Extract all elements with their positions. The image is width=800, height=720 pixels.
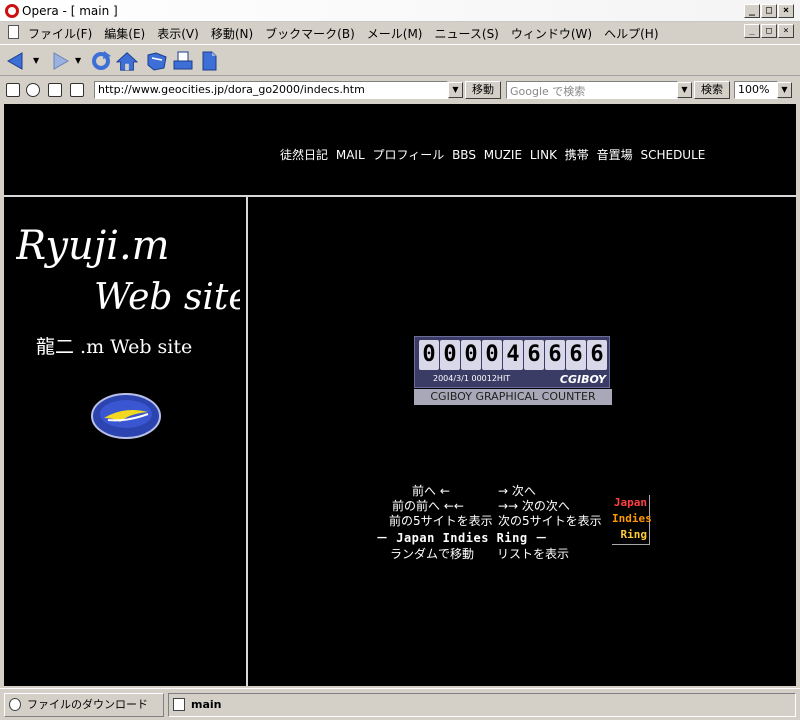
vertical-divider [246, 197, 248, 686]
menu-bar: ファイル(F) 編集(E) 表示(V) 移動(N) ブックマーク(B) メール(… [0, 22, 800, 42]
counter-digit: 0 [461, 340, 481, 370]
new-page-icon[interactable] [198, 50, 220, 72]
url-input[interactable]: http://www.geocities.jp/dora_go2000/inde… [94, 81, 448, 99]
menu-edit[interactable]: 編集(E) [104, 25, 145, 42]
doc-restore-button[interactable]: □ [761, 24, 777, 38]
url-dropdown-button[interactable]: ▼ [448, 82, 463, 98]
nav-music-link[interactable]: 音置場 [597, 148, 633, 162]
zoom-dropdown[interactable]: ▼ [777, 82, 792, 98]
forward-arrow-icon[interactable] [48, 50, 70, 72]
back-arrow-icon[interactable] [6, 50, 28, 72]
counter-label[interactable]: CGIBOY GRAPHICAL COUNTER [414, 389, 612, 405]
counter-date: 2004/3/1 00012HIT [433, 374, 511, 383]
site-name-jp: 龍二 .m Web site [36, 336, 193, 358]
forward-dropdown-icon[interactable]: ▼ [75, 56, 81, 65]
search-engine-dropdown[interactable]: ▼ [677, 82, 692, 98]
counter-digit: 4 [503, 340, 523, 370]
horizontal-divider [4, 195, 796, 197]
ring-title: － Japan Indies Ring － [376, 531, 548, 545]
badge-indies: Indies [612, 512, 652, 525]
opera-logo-icon [5, 4, 19, 18]
page-icon[interactable] [48, 83, 62, 97]
search-button[interactable]: 検索 [694, 81, 730, 99]
web-page: 徒然日記 MAIL プロフィール BBS MUZIE LINK 携帯 音置場 S… [4, 104, 796, 686]
nav-muzie-link[interactable]: MUZIE [484, 148, 522, 162]
toolbar: ▼ ▼ [0, 44, 800, 76]
counter-brand: CGIBOY [559, 373, 606, 386]
title-bar: Opera - [ main ] _ □ × [0, 0, 800, 22]
address-bar: http://www.geocities.jp/dora_go2000/inde… [0, 78, 800, 102]
page-tab-icon [173, 698, 185, 711]
nav-diary-link[interactable]: 徒然日記 [280, 148, 328, 162]
security-icon[interactable] [6, 83, 20, 97]
counter-digit: 0 [419, 340, 439, 370]
downloads-button[interactable]: ファイルのダウンロード [4, 693, 164, 717]
menu-bookmarks[interactable]: ブックマーク(B) [265, 25, 355, 42]
menu-mail[interactable]: メール(M) [367, 25, 423, 42]
counter-digit: 0 [440, 340, 460, 370]
badge-japan: Japan [613, 496, 647, 509]
japan-indies-ring-badge[interactable]: Japan Indies Ring [612, 495, 652, 545]
ring-next5-link[interactable]: 次の5サイトを表示 [498, 512, 602, 529]
nav-mobile-link[interactable]: 携帯 [565, 148, 589, 162]
doc-close-button[interactable]: × [778, 24, 794, 38]
wand-icon[interactable] [26, 83, 40, 97]
nav-link-link[interactable]: LINK [530, 148, 557, 162]
status-bar: ファイルのダウンロード main [0, 688, 800, 720]
menu-view[interactable]: 表示(V) [157, 25, 199, 42]
print-icon[interactable] [172, 50, 194, 72]
menu-items: ファイル(F) 編集(E) 表示(V) 移動(N) ブックマーク(B) メール(… [28, 25, 671, 42]
logo-line-1: Ryuji.m [16, 223, 170, 269]
tab-main[interactable]: main [168, 693, 796, 717]
badge-ring: Ring [620, 528, 648, 541]
counter-digit: 6 [587, 340, 607, 370]
counter-digit: 6 [545, 340, 565, 370]
ring-list-link[interactable]: リストを表示 [497, 545, 569, 562]
back-dropdown-icon[interactable]: ▼ [33, 56, 39, 65]
hotlist-icon[interactable] [146, 50, 168, 72]
window-title: Opera - [ main ] [22, 4, 118, 18]
counter-digit: 6 [566, 340, 586, 370]
download-icon [9, 698, 21, 711]
hit-counter: 0 0 0 0 4 6 6 6 6 2004/3/1 00012HIT CGIB… [414, 336, 610, 388]
menu-help[interactable]: ヘルプ(H) [604, 25, 658, 42]
counter-digit: 6 [524, 340, 544, 370]
maximize-button[interactable]: □ [761, 4, 777, 18]
nav-schedule-link[interactable]: SCHEDULE [640, 148, 705, 162]
logo-line-2: Web site [94, 277, 240, 318]
menu-window[interactable]: ウィンドウ(W) [511, 25, 592, 42]
zoom-field[interactable]: 100% [734, 81, 778, 99]
home-icon[interactable] [116, 50, 138, 72]
doc-minimize-button[interactable]: _ [744, 24, 760, 38]
document-icon [8, 25, 19, 39]
nav-bbs-link[interactable]: BBS [452, 148, 476, 162]
menu-news[interactable]: ニュース(S) [434, 25, 498, 42]
site-logo: Ryuji.m Web site [16, 223, 240, 318]
counter-digit: 0 [482, 340, 502, 370]
go-button[interactable]: 移動 [465, 81, 501, 99]
reload-icon[interactable] [90, 50, 112, 72]
swoosh-logo-icon[interactable] [90, 392, 162, 440]
ring-prev5-link[interactable]: 前の5サイトを表示 [389, 512, 493, 529]
print-preview-icon[interactable] [70, 83, 84, 97]
minimize-button[interactable]: _ [744, 4, 760, 18]
nav-mail-link[interactable]: MAIL [336, 148, 365, 162]
downloads-label: ファイルのダウンロード [27, 698, 148, 711]
close-button[interactable]: × [778, 4, 794, 18]
tab-main-label: main [191, 698, 222, 711]
top-navigation: 徒然日記 MAIL プロフィール BBS MUZIE LINK 携帯 音置場 S… [280, 146, 709, 163]
search-input[interactable]: Google で検索 [506, 81, 678, 99]
menu-navigate[interactable]: 移動(N) [211, 25, 253, 42]
menu-file[interactable]: ファイル(F) [28, 25, 92, 42]
nav-profile-link[interactable]: プロフィール [372, 148, 444, 162]
ring-random-link[interactable]: ランダムで移動 [390, 545, 474, 562]
